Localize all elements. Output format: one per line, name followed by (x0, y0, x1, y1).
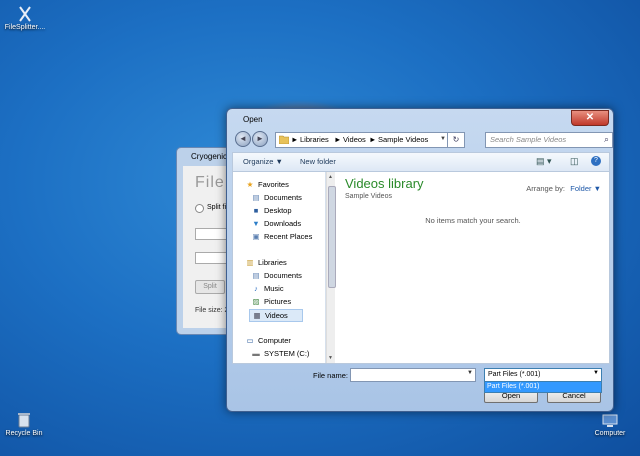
breadcrumb-libraries[interactable]: Libraries (300, 135, 329, 144)
nav-label: Recent Places (264, 232, 313, 241)
nav-label: Music (264, 284, 284, 293)
downloads-icon: ▼ (252, 219, 260, 228)
dialog-title: Open (243, 115, 263, 124)
address-bar[interactable]: ► Libraries ► Videos ► Sample Videos ▼ ↻ (275, 132, 465, 148)
navigation-tree: ★ Favorites ▤ Documents ■ Desktop ▼ Download… (233, 172, 326, 363)
back-button[interactable]: ◄ (235, 131, 251, 147)
desktop-icon-filesplitter[interactable]: FileSplitter.... (2, 6, 48, 31)
desktop-icon: ■ (253, 206, 259, 215)
breadcrumb-separator[interactable]: ► (369, 135, 376, 144)
scroll-down-icon[interactable]: ▼ (328, 355, 333, 361)
background-app-heading: File (195, 174, 225, 191)
library-subtitle: Sample Videos (345, 193, 392, 200)
breadcrumb-sample-videos[interactable]: Sample Videos (378, 135, 428, 144)
music-icon: ♪ (254, 284, 258, 293)
nav-lib-documents[interactable]: ▤ Documents (251, 271, 302, 280)
desktop-icon-computer[interactable]: Computer (590, 414, 630, 437)
file-type-option-label: Part Files (*.001) (487, 383, 540, 390)
nav-label: Downloads (264, 219, 302, 228)
nav-drive-c[interactable]: ▬ SYSTEM (C:) (251, 349, 309, 358)
nav-libraries[interactable]: ▥ Libraries (245, 258, 287, 267)
documents-icon: ▤ (252, 193, 260, 202)
nav-label: Libraries (258, 258, 287, 267)
arrange-by-dropdown[interactable]: Folder ▼ (570, 184, 601, 193)
nav-pictures[interactable]: ▨ Pictures (251, 297, 291, 306)
libraries-icon: ▥ (246, 258, 254, 267)
organize-menu[interactable]: Organize ▼ (243, 157, 283, 166)
documents-icon: ▤ (252, 271, 260, 280)
nav-fav-documents[interactable]: ▤ Documents (251, 193, 302, 202)
nav-videos[interactable]: ▦ Videos (249, 309, 303, 322)
file-type-option[interactable]: Part Files (*.001) (484, 381, 602, 393)
recent-places-icon: ▣ (252, 232, 260, 241)
desktop-icon-label: FileSplitter.... (4, 24, 46, 31)
scroll-up-icon[interactable]: ▲ (328, 174, 333, 180)
file-type-selected: Part Files (*.001) (488, 371, 541, 378)
chevron-down-icon[interactable]: ▼ (467, 370, 473, 376)
computer-icon: ▭ (246, 336, 254, 345)
breadcrumb-videos[interactable]: Videos (343, 135, 366, 144)
nav-music[interactable]: ♪ Music (251, 284, 284, 293)
address-dropdown-icon[interactable]: ▼ (440, 136, 446, 142)
recycle-bin-icon (18, 413, 30, 428)
refresh-icon[interactable]: ↻ (447, 133, 464, 147)
nav-label: Documents (264, 193, 302, 202)
file-list[interactable]: Videos library Sample Videos Arrange by:… (337, 172, 609, 363)
command-bar: Organize ▼ New folder ▤ ▾ ◫ ? (232, 152, 610, 172)
pictures-icon: ▨ (252, 297, 260, 306)
forward-button[interactable]: ► (252, 131, 268, 147)
arrange-by-label: Arrange by: (526, 184, 565, 193)
library-title: Videos library (345, 176, 424, 191)
nav-desktop[interactable]: ■ Desktop (251, 206, 292, 215)
folder-icon (279, 135, 289, 144)
breadcrumb-separator[interactable]: ► (334, 135, 341, 144)
file-type-select[interactable]: Part Files (*.001) ▼ (484, 368, 602, 382)
preview-pane-icon[interactable]: ◫ (570, 156, 579, 167)
open-dialog[interactable]: Open ✕ ◄ ► ► Libraries ► Videos ► Sample… (226, 108, 614, 412)
nav-label: Pictures (264, 297, 292, 306)
nav-label: Computer (258, 336, 291, 345)
empty-message: No items match your search. (425, 216, 521, 225)
file-name-label: File name: (313, 371, 349, 380)
nav-scrollbar[interactable]: ▲ ▼ (326, 172, 336, 363)
breadcrumb-separator[interactable]: ► (291, 135, 298, 144)
search-placeholder: Search Sample Videos (490, 135, 567, 144)
chevron-down-icon[interactable]: ▼ (593, 370, 599, 376)
computer-icon (602, 414, 618, 427)
desktop-icon-label: Recycle Bin (5, 430, 43, 437)
desktop-icon-label: Computer (594, 430, 626, 437)
star-icon: ★ (246, 180, 254, 189)
new-folder-button[interactable]: New folder (300, 157, 336, 166)
split-button[interactable]: Split (195, 280, 225, 294)
file-name-input[interactable]: ▼ (350, 368, 476, 382)
nav-label: Videos (265, 311, 288, 320)
nav-favorites[interactable]: ★ Favorites (245, 180, 289, 189)
filesplitter-icon (19, 6, 31, 22)
split-file-radio[interactable] (195, 204, 204, 213)
nav-label: Desktop (264, 206, 292, 215)
view-options-icon[interactable]: ▤ ▾ (536, 156, 552, 167)
file-size-label: File size: 2 (195, 307, 229, 314)
nav-recent-places[interactable]: ▣ Recent Places (251, 232, 312, 241)
nav-label: SYSTEM (C:) (264, 349, 310, 358)
scrollbar-thumb[interactable] (328, 186, 336, 288)
background-app-title: Cryogenic (191, 152, 228, 161)
nav-label: Documents (264, 271, 302, 280)
nav-label: Favorites (258, 180, 289, 189)
browser-pane: ★ Favorites ▤ Documents ■ Desktop ▼ Download… (232, 171, 610, 364)
desktop-icon-recycle-bin[interactable]: Recycle Bin (2, 412, 46, 437)
videos-icon: ▦ (253, 311, 261, 320)
drive-icon: ▬ (252, 349, 260, 358)
nav-downloads[interactable]: ▼ Downloads (251, 219, 301, 228)
nav-computer[interactable]: ▭ Computer (245, 336, 291, 345)
search-box[interactable]: Search Sample Videos ⌕ (485, 132, 613, 148)
search-icon[interactable]: ⌕ (604, 134, 609, 145)
help-icon[interactable]: ? (591, 156, 601, 166)
close-button[interactable]: ✕ (571, 110, 609, 126)
